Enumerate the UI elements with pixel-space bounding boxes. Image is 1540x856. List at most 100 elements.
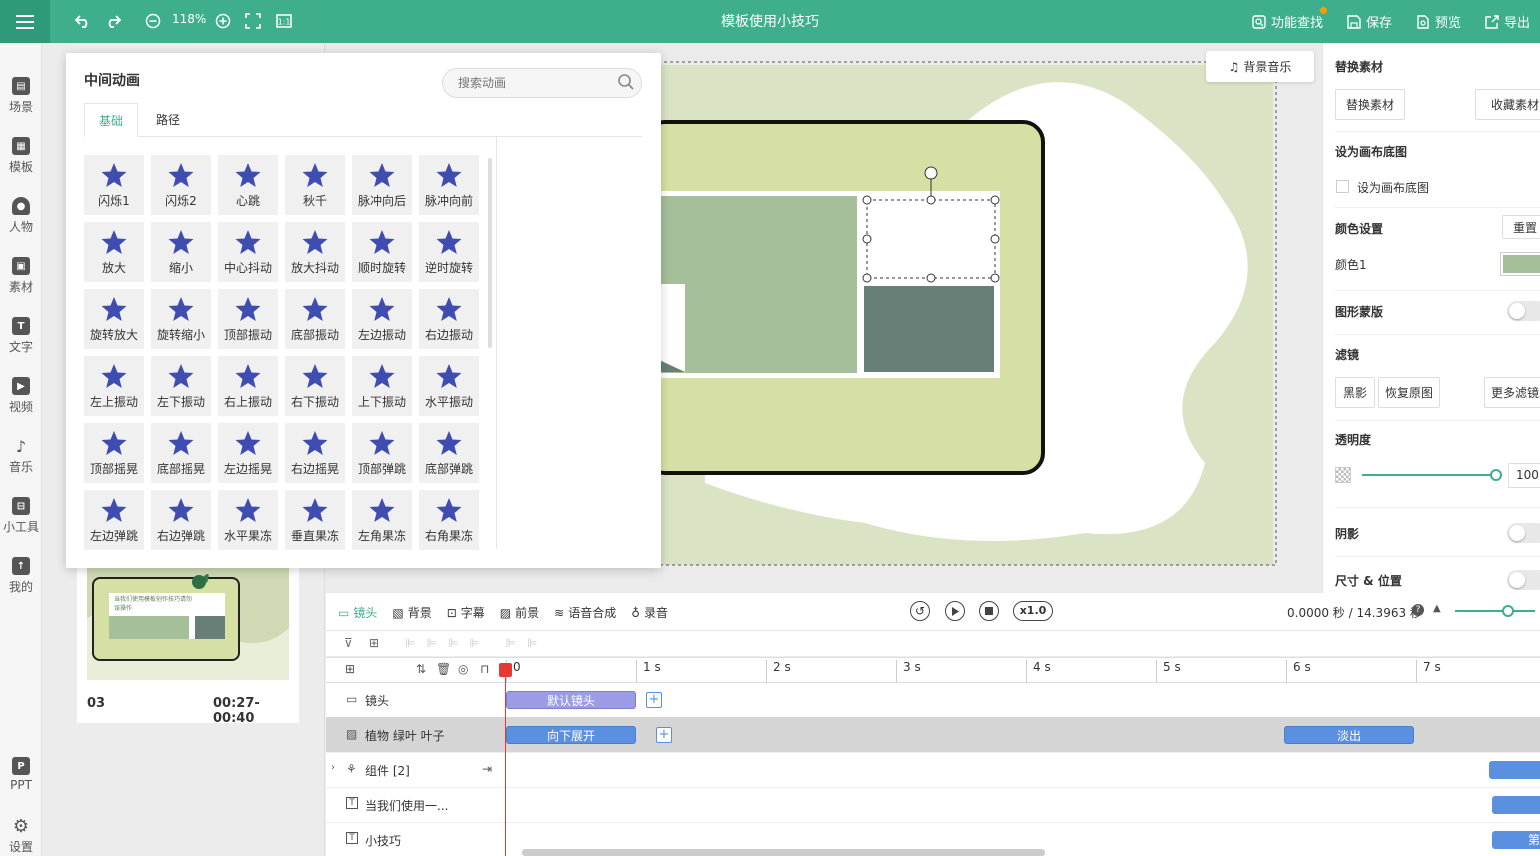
sidebar-item-settings[interactable]: ⚙ 设置	[0, 816, 42, 855]
search-icon[interactable]	[617, 73, 635, 91]
opacity-value[interactable]: 100	[1508, 463, 1540, 488]
animation-item[interactable]: 水平振动	[419, 356, 479, 416]
animation-item[interactable]: 缩小	[151, 222, 211, 282]
canvas-bg-checkbox[interactable]	[1336, 180, 1349, 193]
preview-button[interactable]: 预览	[1416, 12, 1461, 31]
mask-toggle[interactable]	[1507, 301, 1540, 321]
color-reset-button[interactable]: 重置	[1502, 215, 1540, 239]
find-feature-button[interactable]: 功能查找	[1252, 12, 1323, 31]
fullscreen-icon[interactable]	[242, 10, 264, 32]
stop-button[interactable]	[979, 601, 999, 621]
animation-item[interactable]: 顶部振动	[218, 289, 278, 349]
shadow-toggle[interactable]	[1507, 523, 1540, 543]
sort-icon[interactable]: ⇅	[416, 662, 426, 676]
animation-item[interactable]: 秋千	[285, 155, 345, 215]
chevron-right-icon[interactable]: ›	[331, 762, 335, 773]
more-filters-button[interactable]: 更多滤镜	[1484, 377, 1540, 408]
sidebar-item-character[interactable]: ● 人物	[0, 197, 42, 235]
align-icons[interactable]: ⊫⊫⊫⊫ ⊫⊫	[405, 636, 549, 650]
track-name-text1[interactable]: 当我们使用一...	[365, 797, 448, 814]
animation-item[interactable]: 右边摇晃	[285, 423, 345, 483]
collect-material-button[interactable]: 收藏素材	[1475, 89, 1540, 120]
add-animation-button[interactable]: +	[656, 727, 672, 743]
filter-restore-button[interactable]: 恢复原图	[1378, 377, 1441, 408]
clip-text1[interactable]	[1492, 796, 1540, 814]
animation-item[interactable]: 顶部弹跳	[352, 423, 412, 483]
zoom-in-icon[interactable]	[212, 10, 234, 32]
animation-item[interactable]: 右下振动	[285, 356, 345, 416]
animation-item[interactable]: 右边弹跳	[151, 490, 211, 550]
animation-item[interactable]: 脉冲向前	[419, 155, 479, 215]
tool-subtitle[interactable]: ⊡ 字幕	[447, 604, 485, 621]
clip-text2[interactable]: 第	[1492, 831, 1540, 849]
actual-size-icon[interactable]: 1:1	[273, 10, 295, 32]
size-position-toggle[interactable]	[1507, 570, 1540, 590]
layout-icon[interactable]: ⊞	[345, 662, 355, 676]
animation-item[interactable]: 上下振动	[352, 356, 412, 416]
save-button[interactable]: 保存	[1347, 12, 1392, 31]
enter-icon[interactable]: ⇥	[482, 762, 492, 776]
menu-button[interactable]	[0, 0, 50, 43]
sidebar-item-mine[interactable]: ↑ 我的	[0, 557, 42, 595]
animation-item[interactable]: 中心抖动	[218, 222, 278, 282]
animation-item[interactable]: 顺时旋转	[352, 222, 412, 282]
sidebar-item-ppt[interactable]: P PPT	[0, 757, 42, 792]
animation-item[interactable]: 左边摇晃	[218, 423, 278, 483]
timeline-zoom-handle[interactable]	[1502, 605, 1514, 617]
trash-icon[interactable]: 🗑	[436, 662, 451, 676]
time-ruler[interactable]: 01 s2 s3 s4 s5 s6 s7 s	[506, 657, 1540, 683]
animation-item[interactable]: 放大抖动	[285, 222, 345, 282]
animation-item[interactable]: 底部振动	[285, 289, 345, 349]
tool-camera[interactable]: ▭ 镜头	[338, 604, 377, 621]
sidebar-item-scene[interactable]: ▤ 场景	[0, 77, 42, 115]
filter-bw-button[interactable]: 黑影	[1335, 377, 1376, 408]
animation-item[interactable]: 心跳	[218, 155, 278, 215]
animation-item[interactable]: 垂直果冻	[285, 490, 345, 550]
export-button[interactable]: 导出	[1485, 12, 1530, 31]
animation-item[interactable]: 右边振动	[419, 289, 479, 349]
opacity-slider-handle[interactable]	[1490, 469, 1502, 481]
animation-item[interactable]: 左上振动	[84, 356, 144, 416]
horizontal-scrollbar[interactable]	[522, 849, 1045, 856]
playhead-handle[interactable]	[499, 663, 512, 677]
track-name-text2[interactable]: 小技巧	[365, 832, 401, 849]
animation-item[interactable]: 放大	[84, 222, 144, 282]
replay-button[interactable]: ↺	[910, 601, 930, 621]
animation-scrollbar[interactable]	[488, 158, 492, 348]
sidebar-item-text[interactable]: T 文字	[0, 317, 42, 355]
sidebar-item-template[interactable]: ▦ 模板	[0, 137, 42, 175]
animation-item[interactable]: 闪烁2	[151, 155, 211, 215]
track-name-group[interactable]: 组件 [2]	[365, 762, 410, 779]
animation-item[interactable]: 旋转缩小	[151, 289, 211, 349]
tool-tts[interactable]: ≋ 语音合成	[554, 604, 616, 621]
track-name-camera[interactable]: 镜头	[365, 692, 389, 709]
color1-swatch[interactable]	[1500, 252, 1540, 276]
animation-item[interactable]: 左下振动	[151, 356, 211, 416]
group-icon[interactable]: ⊞	[369, 636, 379, 650]
replace-material-button[interactable]: 替换素材	[1335, 89, 1406, 120]
help-icon[interactable]: ?	[1412, 604, 1424, 616]
animation-item[interactable]: 底部弹跳	[419, 423, 479, 483]
animation-item[interactable]: 右上振动	[218, 356, 278, 416]
sidebar-item-music[interactable]: ♪ 音乐	[0, 437, 42, 475]
clip-fade-out[interactable]: 淡出	[1284, 726, 1414, 744]
animation-item[interactable]: 脉冲向后	[352, 155, 412, 215]
tool-background[interactable]: ▧ 背景	[392, 604, 431, 621]
tool-foreground[interactable]: ▨ 前景	[500, 604, 539, 621]
sidebar-item-tools[interactable]: ⊟ 小工具	[0, 497, 42, 535]
play-button[interactable]	[945, 601, 965, 621]
track-name-plant[interactable]: 植物 绿叶 叶子	[365, 727, 445, 744]
clip-expand-down[interactable]: 向下展开	[506, 726, 636, 744]
animation-item[interactable]: 闪烁1	[84, 155, 144, 215]
timeline-zoom-slider[interactable]	[1455, 610, 1535, 612]
animation-item[interactable]: 水平果冻	[218, 490, 278, 550]
zoom-out-icon[interactable]	[142, 10, 164, 32]
tool-record[interactable]: ♁ 录音	[631, 604, 668, 621]
tab-basic[interactable]: 基础	[84, 103, 139, 137]
animation-item[interactable]: 底部摇晃	[151, 423, 211, 483]
speed-button[interactable]: x1.0	[1013, 601, 1053, 621]
animation-item[interactable]: 左角果冻	[352, 490, 412, 550]
animation-item[interactable]: 顶部摇晃	[84, 423, 144, 483]
animation-item[interactable]: 左边振动	[352, 289, 412, 349]
playhead[interactable]	[505, 663, 506, 856]
